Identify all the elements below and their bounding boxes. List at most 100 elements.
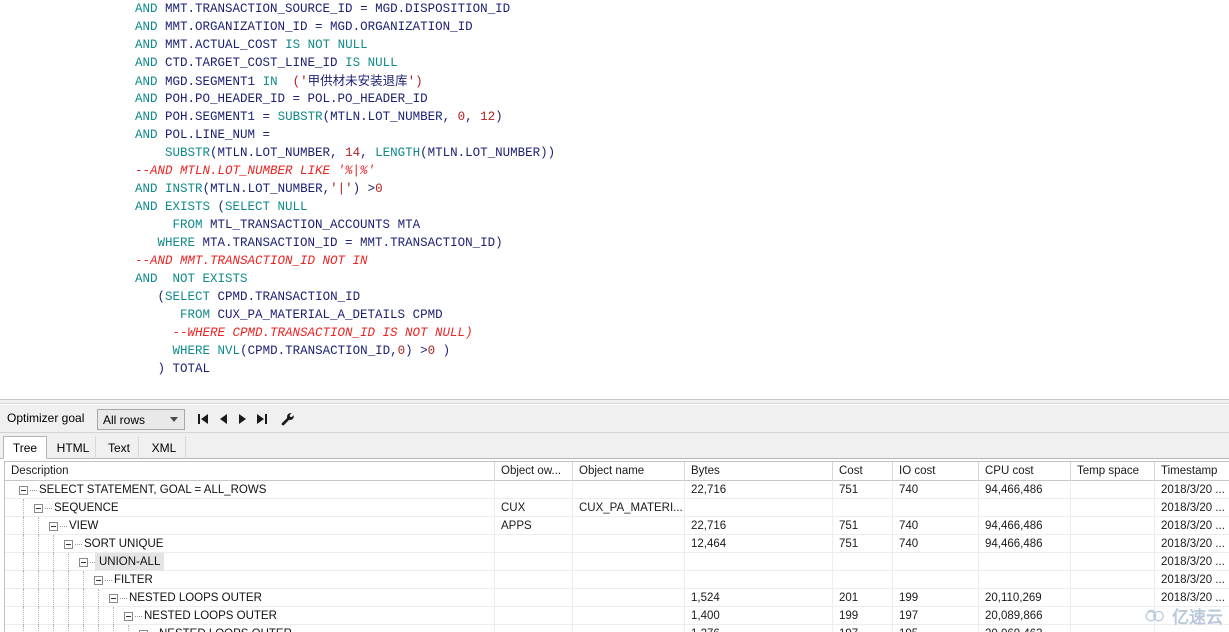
tree-guide-line [53,535,54,553]
plan-step-cell[interactable]: NESTED LOOPS OUTER [5,625,495,632]
plan-step-label[interactable]: FILTER [114,571,153,589]
table-row[interactable]: SELECT STATEMENT, GOAL = ALL_ROWS 22,716 7… [5,481,1229,499]
table-cell [979,553,1071,571]
table-cell [573,607,685,625]
previous-record-button[interactable] [214,409,233,429]
sql-line: WHERE NVL(CPMD.TRANSACTION_ID,0) >0 ) [105,342,555,360]
plan-step-label[interactable]: UNION-ALL [95,553,165,571]
plan-step-cell[interactable]: VIEW [5,517,495,535]
column-header[interactable]: Bytes [685,462,833,481]
tree-connector [60,526,67,527]
tree-guide-line [53,571,54,589]
plan-step-label[interactable]: NESTED LOOPS OUTER [159,625,292,632]
sql-line: AND MGD.SEGMENT1 IN ('甲供材未安装退库') [105,72,555,90]
sql-editor-pane[interactable]: AND MMT.TRANSACTION_SOURCE_ID = MGD.DISP… [0,0,1229,399]
sql-token: TOTAL [172,362,211,376]
tree-guide-line [83,625,84,632]
column-header[interactable]: Description [5,462,495,481]
plan-step-cell[interactable]: UNION-ALL [5,553,495,571]
table-row[interactable]: VIEW APPS 22,716 751 740 94,466,486 2018/3/20 … [5,517,1229,535]
tree-collapse-toggle[interactable] [19,486,28,495]
sql-token: MMT.ACTUAL_COST [157,38,286,52]
sql-token: AND [135,56,158,70]
last-record-button[interactable] [252,409,271,429]
plan-step-cell[interactable]: NESTED LOOPS OUTER [5,589,495,607]
plan-step-label[interactable]: VIEW [69,517,98,535]
table-row[interactable]: NESTED LOOPS OUTER 1,27619719520,069,463 [5,625,1229,632]
table-cell [893,499,979,517]
plan-step-cell[interactable]: FILTER [5,571,495,589]
table-row[interactable]: NESTED LOOPS OUTER 1,400 199 197 20,089,866 [5,607,1229,625]
table-row[interactable]: UNION-ALL 2018/3/20 ... [5,553,1229,571]
plan-step-label[interactable]: SEQUENCE [54,499,119,517]
tree-collapse-toggle[interactable] [34,504,43,513]
column-header[interactable]: IO cost [893,462,979,481]
sql-line: FROM MTL_TRANSACTION_ACCOUNTS MTA [105,216,555,234]
table-row[interactable]: NESTED LOOPS OUTER 1,524 201 199 20,110,269 2… [5,589,1229,607]
tab-xml[interactable]: XML [142,436,186,459]
table-cell: 2018/3/20 ... [1155,481,1229,499]
tree-collapse-toggle[interactable] [124,612,133,621]
plan-step-label[interactable]: SORT UNIQUE [84,535,163,553]
tree-collapse-toggle[interactable] [94,576,103,585]
sql-token: WHERE [157,236,196,250]
table-cell: 2018/3/20 ... [1155,571,1229,589]
first-record-button[interactable] [193,409,212,429]
column-header[interactable]: Timestamp [1155,462,1229,481]
optimizer-goal-dropdown[interactable]: All rows [97,409,185,430]
plan-step-label[interactable]: NESTED LOOPS OUTER [144,607,277,625]
tree-collapse-toggle[interactable] [64,540,73,549]
table-cell: 740 [893,517,979,535]
plan-step-cell[interactable]: NESTED LOOPS OUTER [5,607,495,625]
sql-token: AND [135,38,158,52]
plan-step-label[interactable]: NESTED LOOPS OUTER [129,589,262,607]
plan-step-label[interactable]: SELECT STATEMENT, GOAL = ALL_ROWS [39,481,266,499]
execution-plan-table[interactable]: Description Object ow... Object name Bytes C… [0,459,1229,632]
sql-token: AND [135,128,158,142]
column-header[interactable]: Object name [573,462,685,481]
tab-tree[interactable]: Tree [3,436,47,459]
plan-step-cell[interactable]: SORT UNIQUE [5,535,495,553]
plan-step-cell[interactable]: SEQUENCE [5,499,495,517]
tree-guide-line [128,625,129,632]
sql-token: ( [157,290,166,304]
table-cell [1155,607,1229,625]
table-row[interactable]: SORT UNIQUE 12,464 751 740 94,466,486 2018/3/… [5,535,1229,553]
column-header[interactable]: Temp space [1071,462,1155,481]
column-header[interactable]: CPU cost [979,462,1071,481]
triangle-left-icon [200,414,208,424]
bar-icon [264,414,267,424]
table-cell [573,535,685,553]
tree-collapse-toggle[interactable] [109,594,118,603]
chevron-down-icon [170,417,178,422]
table-cell [495,553,573,571]
sql-code-text[interactable]: AND MMT.TRANSACTION_SOURCE_ID = MGD.DISP… [105,0,555,378]
tree-collapse-toggle[interactable] [79,558,88,567]
tab-html[interactable]: HTML [50,436,96,459]
tree-collapse-toggle[interactable] [49,522,58,531]
tab-text[interactable]: Text [99,436,139,459]
table-row[interactable]: SEQUENCE CUX CUX_PA_MATERI... 2018/3/20 ... [5,499,1229,517]
sql-token: AND [135,92,158,106]
table-cell [979,571,1071,589]
table-header-row: Description Object ow... Object name Bytes C… [5,462,1229,481]
sql-token: IS NOT NULL [285,38,368,52]
next-record-button[interactable] [233,409,252,429]
table-cell: 94,466,486 [979,517,1071,535]
table-cell [495,589,573,607]
column-header[interactable]: Object ow... [495,462,573,481]
sql-line: FROM CUX_PA_MATERIAL_A_DETAILS CPMD [105,306,555,324]
table-cell [573,481,685,499]
sql-token: (MTLN.LOT_NUMBER, [202,182,331,196]
tree-guide-line [38,571,39,589]
tree-guide-line [23,499,24,517]
pane-splitter[interactable] [0,399,1229,404]
table-cell: 20,069,463 [979,625,1071,632]
plan-step-cell[interactable]: SELECT STATEMENT, GOAL = ALL_ROWS [5,481,495,499]
sql-line: --AND MMT.TRANSACTION_ID NOT IN [105,252,555,270]
table-row[interactable]: FILTER 2018/3/20 ... [5,571,1229,589]
wrench-icon[interactable] [278,409,297,429]
table-cell [893,571,979,589]
column-header[interactable]: Cost [833,462,893,481]
